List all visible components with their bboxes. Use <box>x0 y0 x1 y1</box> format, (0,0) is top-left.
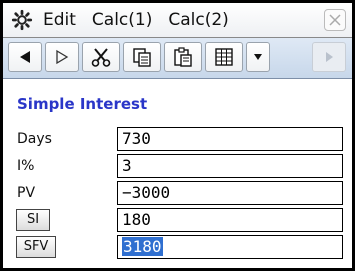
si-button[interactable]: SI <box>16 209 50 231</box>
scroll-right-icon <box>326 52 333 62</box>
copy-button[interactable] <box>123 42 161 72</box>
si-result-field[interactable]: 180 <box>117 208 343 232</box>
days-field[interactable]: 730 <box>117 127 343 151</box>
toolbar <box>3 38 352 79</box>
table-button[interactable] <box>205 42 243 72</box>
copy-icon <box>133 48 151 67</box>
left-arrow-button[interactable] <box>8 42 42 72</box>
days-label: Days <box>17 131 52 147</box>
close-icon <box>329 14 341 26</box>
menu-calc2[interactable]: Calc(2) <box>160 3 236 37</box>
close-button[interactable] <box>324 9 346 31</box>
si-row: SI 180 <box>3 208 352 234</box>
interest-row: I% 3 <box>3 154 352 180</box>
cut-icon <box>91 48 111 67</box>
menu-bar: Edit Calc(1) Calc(2) <box>3 3 352 38</box>
scroll-right-button[interactable] <box>312 42 346 72</box>
table-icon <box>215 48 233 66</box>
menu-calc1[interactable]: Calc(1) <box>84 3 160 37</box>
sfv-button[interactable]: SFV <box>16 236 56 258</box>
pv-field[interactable]: −3000 <box>117 181 343 205</box>
section-title: Simple Interest <box>17 95 148 113</box>
sfv-result-value: 3180 <box>122 237 163 256</box>
interest-field[interactable]: 3 <box>117 154 343 178</box>
menu-edit[interactable]: Edit <box>35 3 84 37</box>
pv-row: PV −3000 <box>3 181 352 207</box>
sfv-result-field[interactable]: 3180 <box>117 235 343 259</box>
app-window: Edit Calc(1) Calc(2) Simple Interest Day… <box>0 0 355 271</box>
pv-label: PV <box>17 185 36 201</box>
dropdown-icon <box>254 54 262 60</box>
sfv-row: SFV 3180 <box>3 235 352 261</box>
right-arrow-icon <box>56 49 69 65</box>
right-arrow-button[interactable] <box>45 42 79 72</box>
gear-icon[interactable] <box>11 9 33 31</box>
financial-form: Simple Interest Days 730 I% 3 PV −3000 S… <box>3 83 352 268</box>
paste-button[interactable] <box>164 42 202 72</box>
paste-icon <box>174 47 192 67</box>
dropdown-button[interactable] <box>246 42 270 72</box>
days-row: Days 730 <box>3 127 352 153</box>
interest-label: I% <box>17 158 35 174</box>
cut-button[interactable] <box>82 42 120 72</box>
left-arrow-icon <box>20 51 30 63</box>
